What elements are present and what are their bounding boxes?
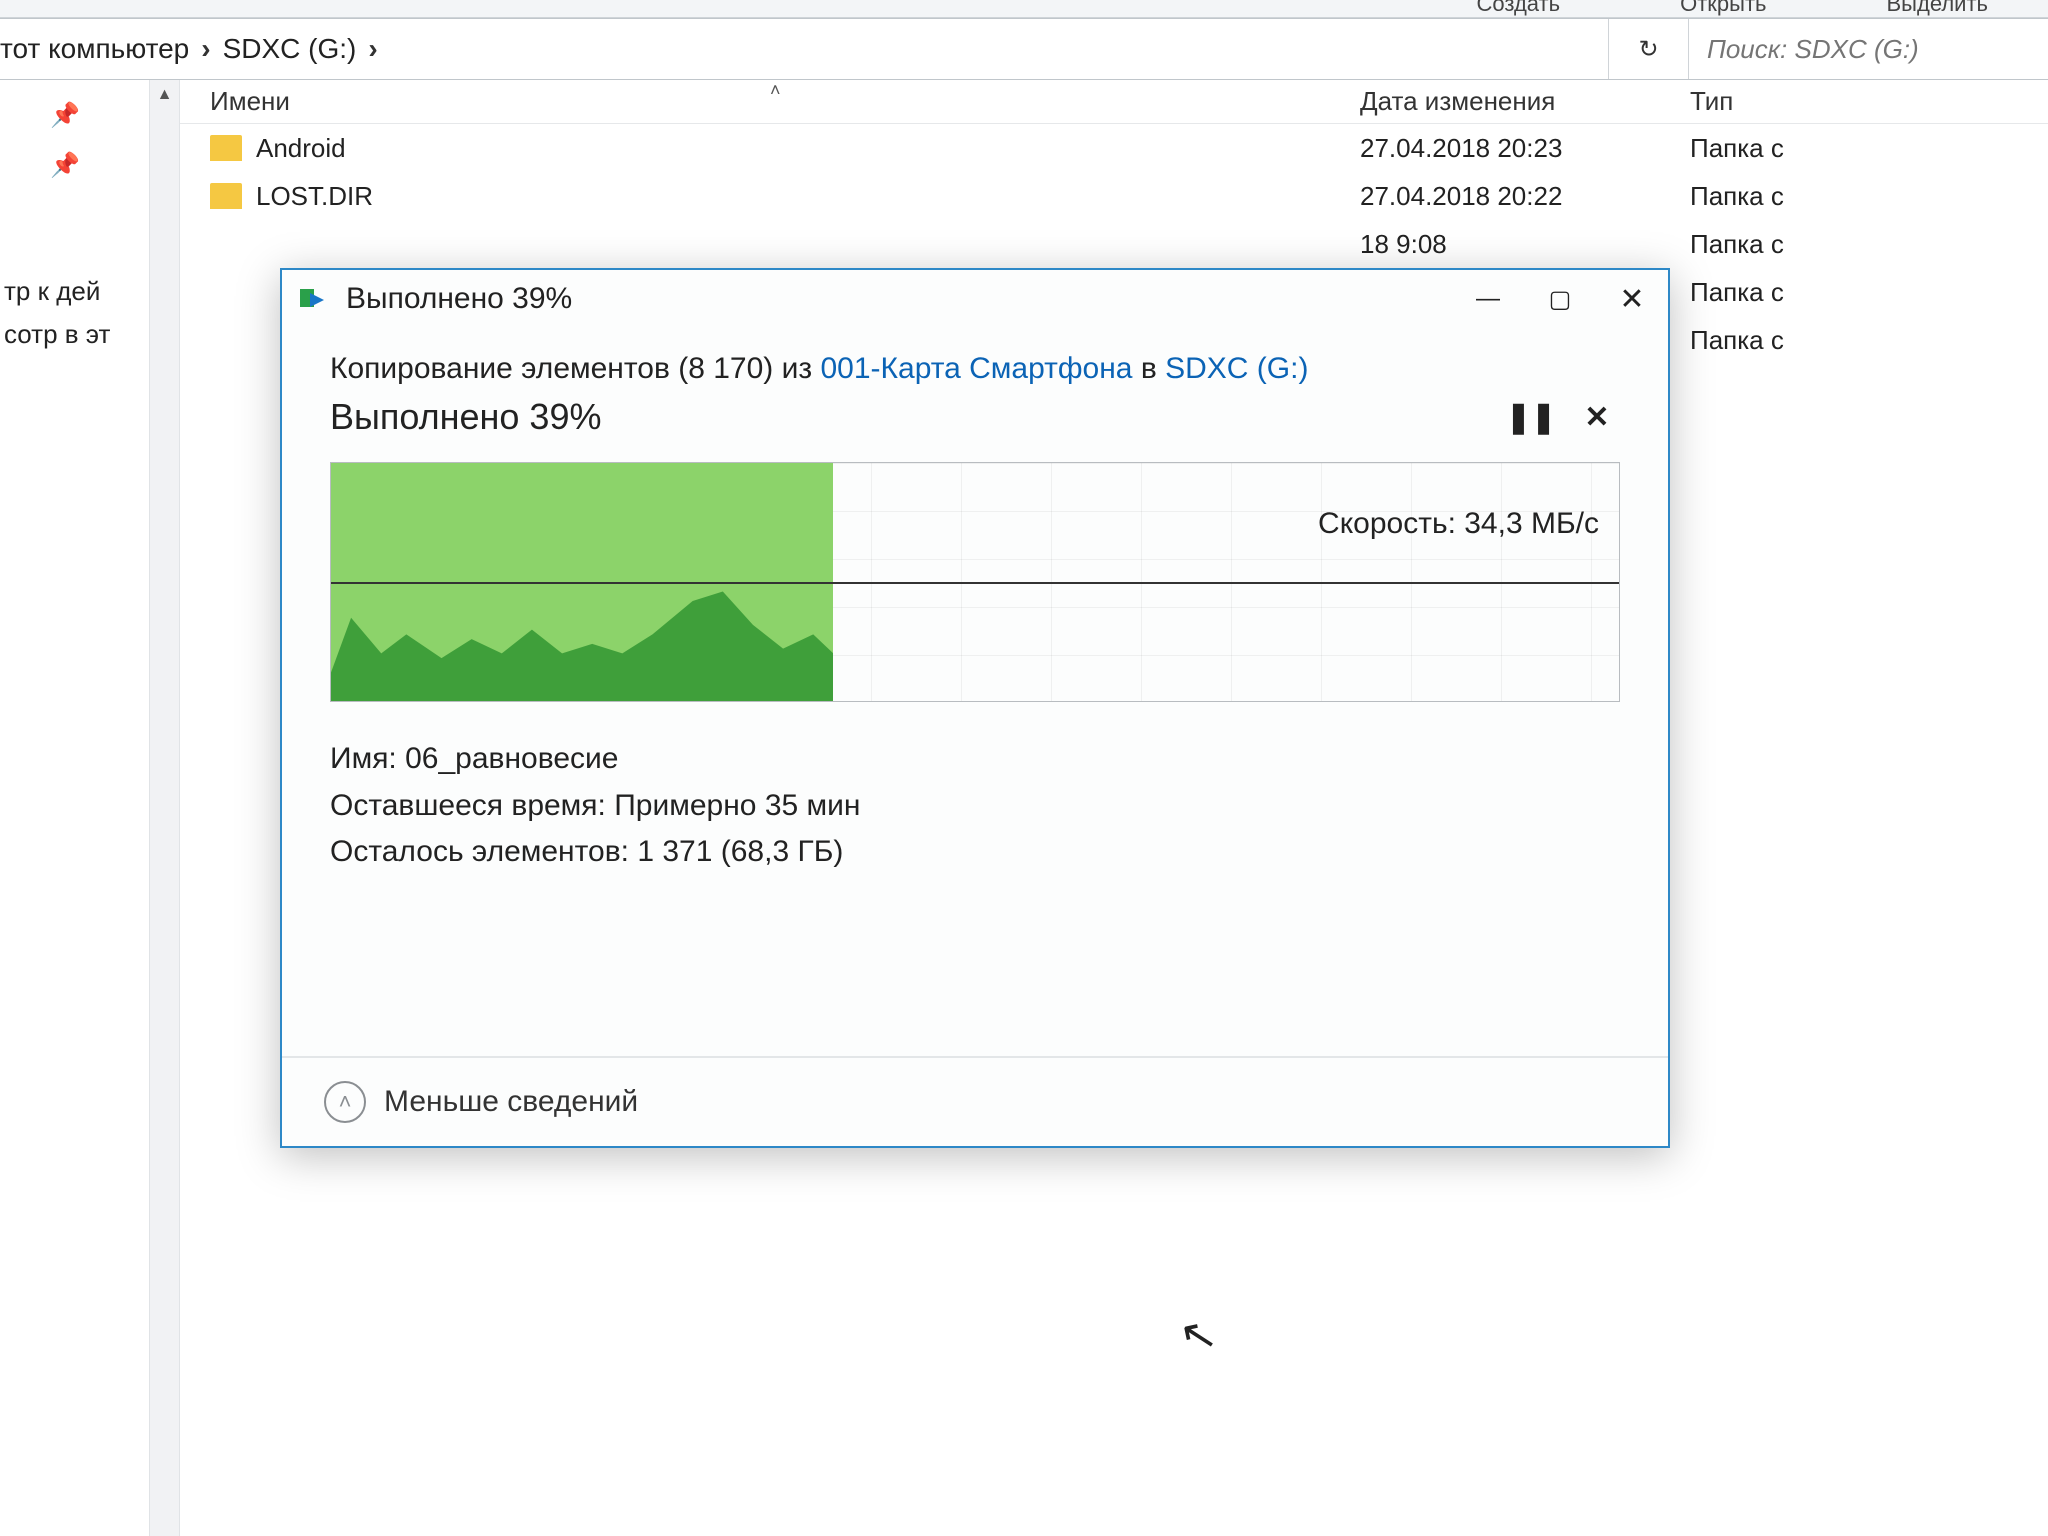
cancel-icon: ✕ (1584, 400, 1609, 435)
breadcrumb[interactable]: тот компьютер › SDXC (G:) › (0, 19, 1608, 79)
speed-graph-wave-icon (331, 582, 833, 701)
file-date: 27.04.2018 20:23 (1360, 133, 1690, 164)
detail-left-value: 1 371 (68,3 ГБ) (637, 835, 843, 868)
address-bar: тот компьютер › SDXC (G:) › ↻ (0, 18, 2048, 80)
close-icon: ✕ (1619, 282, 1644, 317)
copy-description-prefix: Копирование элементов (8 170) из (330, 352, 820, 385)
dialog-title: Выполнено 39% (346, 282, 572, 316)
detail-left-row: Осталось элементов: 1 371 (68,3 ГБ) (330, 829, 1620, 876)
file-date: 27.04.2018 20:22 (1360, 181, 1690, 212)
file-date: 18 9:08 (1360, 229, 1690, 260)
detail-name-row: Имя: 06_равновесие (330, 736, 1620, 783)
speed-graph-midline (331, 582, 1619, 584)
cancel-button[interactable]: ✕ (1574, 394, 1620, 440)
minimize-icon: — (1476, 285, 1500, 313)
detail-time-row: Оставшееся время: Примерно 35 мин (330, 783, 1620, 830)
copy-destination-link[interactable]: SDXC (G:) (1165, 352, 1308, 385)
less-info-label[interactable]: Меньше сведений (384, 1085, 638, 1119)
detail-time-value: Примерно 35 мин (614, 789, 860, 822)
breadcrumb-separator-icon: › (201, 33, 210, 65)
file-type: Папка с (1690, 181, 2048, 212)
ribbon-label-select: Выделить (1887, 0, 1989, 17)
column-headers: ˄ Имени Дата изменения Тип (180, 80, 2048, 124)
file-type: Папка с (1690, 277, 2048, 308)
column-header-name[interactable]: ˄ Имени (180, 86, 1360, 117)
copy-details: Имя: 06_равновесие Оставшееся время: При… (330, 736, 1620, 876)
refresh-icon: ↻ (1638, 35, 1658, 64)
detail-left-label: Осталось элементов: (330, 835, 629, 868)
detail-name-value: 06_равновесие (405, 742, 618, 775)
minimize-button[interactable]: — (1452, 273, 1524, 325)
file-name: LOST.DIR (256, 181, 1360, 212)
file-type: Папка с (1690, 325, 2048, 356)
pause-icon: ❚❚ (1506, 400, 1556, 435)
sort-asc-icon: ˄ (770, 80, 781, 101)
copy-progress-dialog: Выполнено 39% — ▢ ✕ Копирование элементо… (280, 268, 1670, 1148)
dialog-footer: ˄ Меньше сведений (282, 1056, 1668, 1146)
refresh-button[interactable]: ↻ (1608, 19, 1688, 79)
column-header-name-label: Имени (210, 86, 290, 116)
scroll-up-icon[interactable]: ▲ (150, 80, 179, 110)
folder-icon (210, 183, 242, 209)
breadcrumb-separator-icon: › (368, 33, 377, 65)
breadcrumb-seg-computer[interactable]: тот компьютер (0, 33, 189, 65)
file-type: Папка с (1690, 133, 2048, 164)
dialog-body: Копирование элементов (8 170) из 001-Кар… (282, 328, 1668, 1056)
file-row[interactable]: Android 27.04.2018 20:23 Папка с (180, 124, 2048, 172)
pause-button[interactable]: ❚❚ (1508, 394, 1554, 440)
nav-pane: 📌 📌 тр к дей сотр в эт ▲ (0, 80, 180, 1536)
progress-percent-text: Выполнено 39% (330, 396, 601, 438)
search-input[interactable] (1707, 34, 2048, 65)
progress-line: Выполнено 39% ❚❚ ✕ (330, 394, 1620, 440)
close-button[interactable]: ✕ (1596, 273, 1668, 325)
detail-time-label: Оставшееся время: (330, 789, 606, 822)
copy-description: Копирование элементов (8 170) из 001-Кар… (330, 352, 1620, 386)
dialog-titlebar[interactable]: Выполнено 39% — ▢ ✕ (282, 270, 1668, 328)
file-row[interactable]: LOST.DIR 27.04.2018 20:22 Папка с (180, 172, 2048, 220)
nav-scrollbar[interactable]: ▲ (149, 80, 179, 1536)
detail-name-label: Имя: (330, 742, 397, 775)
maximize-button[interactable]: ▢ (1524, 273, 1596, 325)
copy-description-mid: в (1133, 352, 1166, 385)
ribbon-label-create: Создать (1476, 0, 1560, 17)
search-box[interactable] (1688, 19, 2048, 79)
speed-graph: Скорость: 34,3 МБ/с (330, 462, 1620, 702)
speed-label: Скорость: 34,3 МБ/с (1318, 507, 1599, 541)
maximize-icon: ▢ (1549, 285, 1572, 314)
ribbon-group-labels: Создать Открыть Выделить (0, 0, 2048, 18)
copy-operation-icon (300, 286, 332, 312)
file-name: Android (256, 133, 1360, 164)
column-header-date[interactable]: Дата изменения (1360, 86, 1690, 117)
pin-icon: 📌 (50, 151, 80, 180)
copy-source-link[interactable]: 001-Карта Смартфона (820, 352, 1132, 385)
folder-icon (210, 135, 242, 161)
chevron-up-icon: ˄ (339, 1089, 352, 1115)
column-header-type[interactable]: Тип (1690, 86, 2048, 117)
file-type: Папка с (1690, 229, 2048, 260)
pin-icon: 📌 (50, 101, 80, 130)
less-info-toggle[interactable]: ˄ (324, 1081, 366, 1123)
ribbon-label-open: Открыть (1680, 0, 1766, 17)
breadcrumb-seg-drive[interactable]: SDXC (G:) (223, 33, 357, 65)
file-row[interactable]: 18 9:08 Папка с (180, 220, 2048, 268)
